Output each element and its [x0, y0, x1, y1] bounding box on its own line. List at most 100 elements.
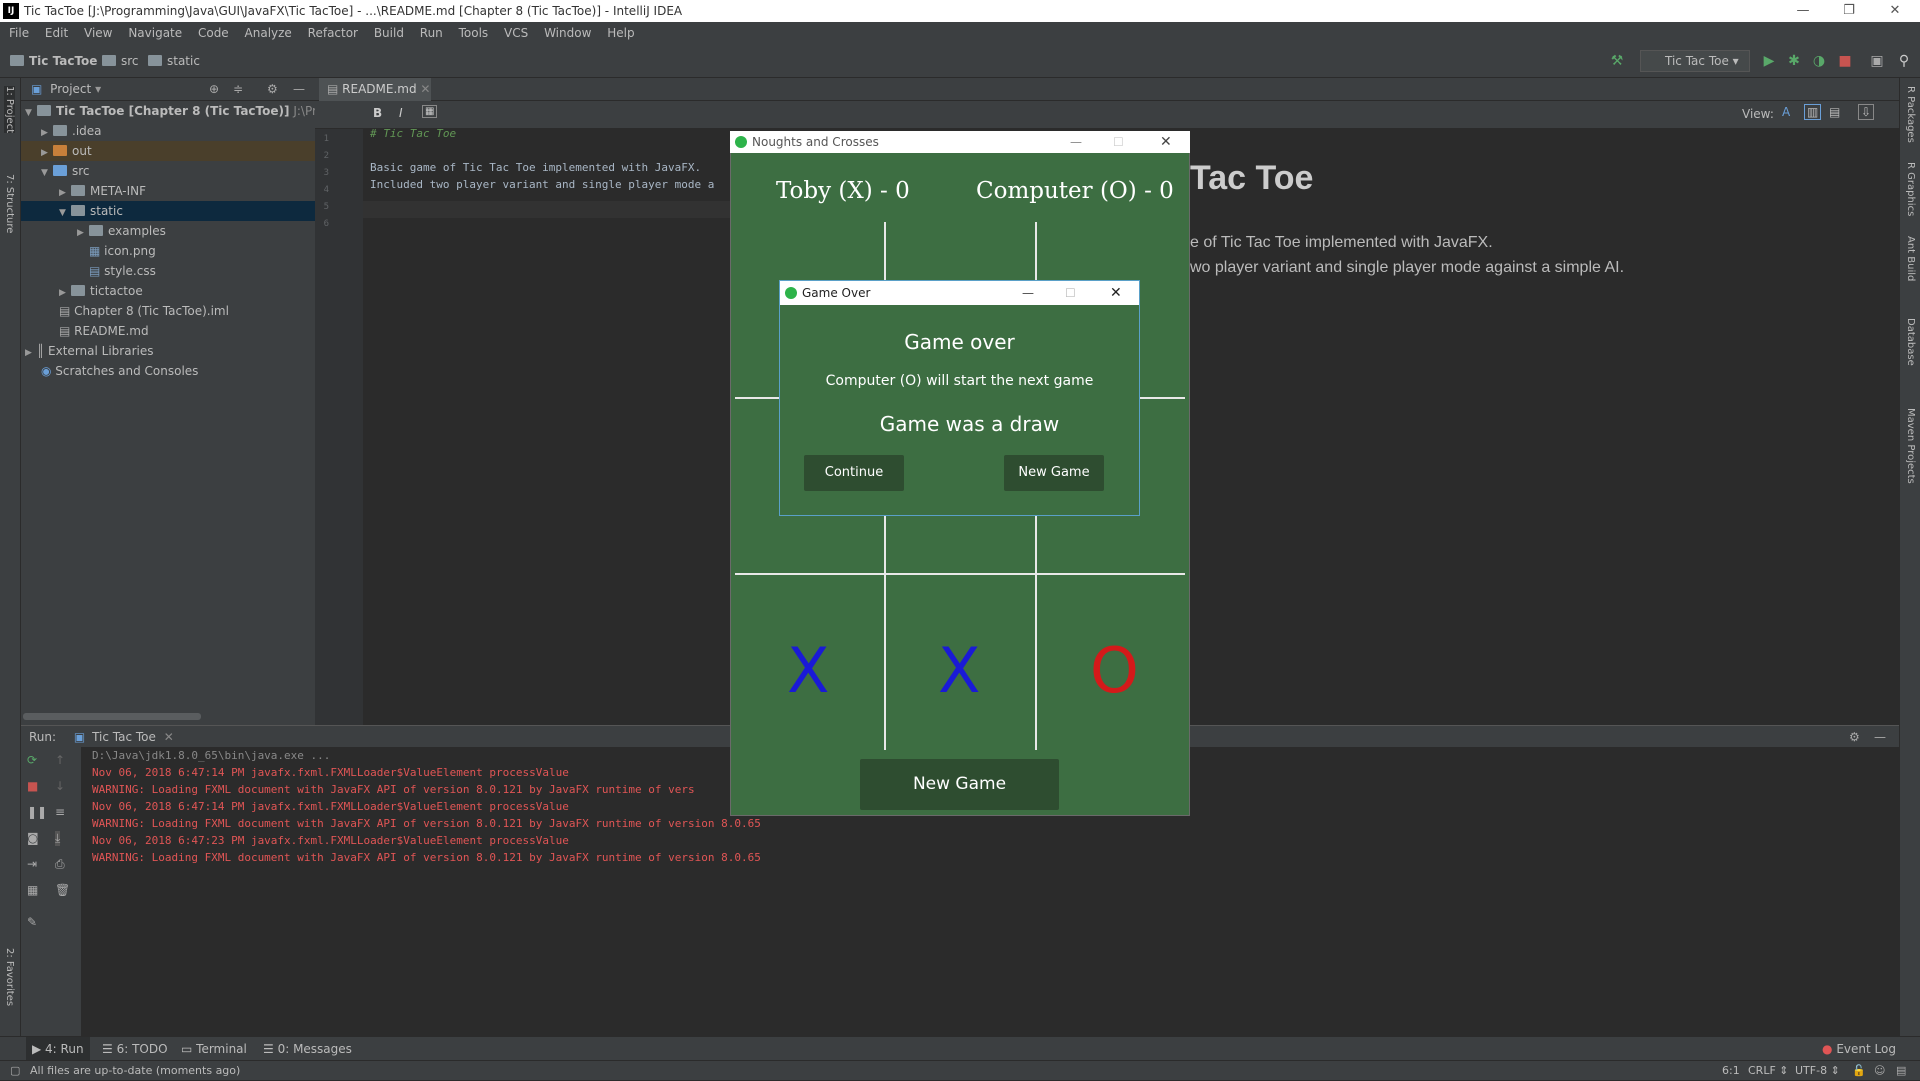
table-icon[interactable]: ▦ — [422, 105, 438, 118]
board-cell-o[interactable]: O — [1090, 640, 1139, 702]
board-cell-x[interactable]: X — [938, 640, 980, 702]
menu-window[interactable]: Window — [544, 26, 591, 40]
layout-icon[interactable]: ▦ — [27, 883, 38, 897]
inspector-icon[interactable]: ☺ — [1874, 1061, 1885, 1081]
code-line[interactable]: # Tic Tac Toe — [370, 127, 456, 140]
preview-only-icon[interactable]: ▤ — [1829, 105, 1840, 119]
tool-tab-r-graphics[interactable]: R Graphics — [1905, 162, 1916, 216]
tool-tab-run[interactable]: ▶ 4: Run — [26, 1037, 90, 1061]
gear-icon[interactable]: ⚙ — [1849, 726, 1860, 748]
breadcrumb-src[interactable]: src — [102, 52, 139, 70]
board-cell-x[interactable]: X — [787, 640, 829, 702]
tool-tab-r-packages[interactable]: R Packages — [1905, 86, 1916, 143]
file-encoding[interactable]: UTF-8 ⇕ — [1795, 1061, 1840, 1081]
search-everywhere-icon[interactable]: ⚲ — [1895, 52, 1913, 70]
menu-view[interactable]: View — [84, 26, 112, 40]
minimize-button[interactable]: — — [1780, 0, 1826, 22]
line-separator[interactable]: CRLF ⇕ — [1748, 1061, 1789, 1081]
status-icon[interactable]: ▢ — [10, 1061, 20, 1081]
close-tab-icon[interactable]: ✕ — [164, 730, 174, 744]
tool-tab-database[interactable]: Database — [1905, 318, 1916, 366]
tool-tab-terminal[interactable]: ▭ Terminal — [181, 1037, 247, 1061]
stop-icon[interactable]: ■ — [1836, 52, 1854, 70]
tool-tab-messages[interactable]: ☰ 0: Messages — [263, 1037, 352, 1061]
tree-item-meta-inf[interactable]: ▶ META-INF — [59, 181, 353, 201]
code-line[interactable]: Basic game of Tic Tac Toe implemented wi… — [370, 161, 701, 174]
menu-refactor[interactable]: Refactor — [308, 26, 358, 40]
editor-tab-readme[interactable]: ▤ README.md ✕ — [319, 78, 431, 101]
coverage-icon[interactable]: ◑ — [1810, 52, 1828, 70]
tree-item-readme[interactable]: ▤ README.md — [59, 321, 353, 341]
menu-build[interactable]: Build — [374, 26, 404, 40]
tree-item-src[interactable]: ▼ src — [41, 161, 335, 181]
menu-tools[interactable]: Tools — [459, 26, 489, 40]
project-structure-icon[interactable]: ▣ — [1868, 52, 1886, 70]
trash-icon[interactable]: 🗑 — [55, 883, 70, 897]
maximize-button[interactable]: ☐ — [1113, 131, 1124, 153]
project-view-selector[interactable]: Project — [50, 82, 91, 96]
down-icon[interactable]: ↓ — [55, 779, 65, 793]
close-button[interactable]: ✕ — [1160, 131, 1172, 153]
tree-item-scratches[interactable]: ◉ Scratches and Consoles — [41, 361, 335, 381]
dialog-new-game-button[interactable]: New Game — [1004, 455, 1104, 491]
menu-help[interactable]: Help — [607, 26, 634, 40]
tool-tab-ant-build[interactable]: Ant Build — [1905, 236, 1916, 281]
menu-run[interactable]: Run — [420, 26, 443, 40]
editor-only-icon[interactable]: A — [1782, 105, 1790, 119]
pin-icon[interactable]: ✎ — [27, 915, 37, 929]
minimize-button[interactable]: — — [1022, 281, 1034, 305]
close-button[interactable]: ✕ — [1110, 281, 1122, 305]
breadcrumb-static[interactable]: static — [148, 52, 200, 70]
tree-item-external-libraries[interactable]: ▶ ║ External Libraries — [25, 341, 319, 361]
menu-file[interactable]: File — [9, 26, 29, 40]
tool-tab-project[interactable]: 1: Project — [4, 86, 15, 134]
menu-edit[interactable]: Edit — [45, 26, 68, 40]
continue-button[interactable]: Continue — [804, 455, 904, 491]
hide-panel-icon[interactable]: — — [293, 78, 305, 101]
soft-wrap-icon[interactable]: ≡ — [55, 805, 65, 819]
menu-vcs[interactable]: VCS — [504, 26, 528, 40]
event-log-button[interactable]: ● Event Log — [1822, 1037, 1896, 1061]
tree-root[interactable]: ▼Tic TacToe [Chapter 8 (Tic TacToe)] J:\… — [25, 101, 356, 121]
close-button[interactable]: ✕ — [1872, 0, 1918, 22]
camera-icon[interactable]: ◙ — [27, 831, 39, 845]
hide-panel-icon[interactable]: — — [1874, 726, 1886, 748]
menu-code[interactable]: Code — [198, 26, 229, 40]
restore-button[interactable]: ❐ — [1826, 0, 1872, 22]
tool-tab-favorites[interactable]: 2: Favorites — [4, 948, 15, 1006]
horizontal-scrollbar[interactable] — [23, 713, 201, 720]
collapse-all-icon[interactable]: ≑ — [233, 78, 243, 101]
tree-item-tictactoe[interactable]: ▶ tictactoe — [59, 281, 353, 301]
bold-icon[interactable]: B — [373, 106, 382, 120]
locate-icon[interactable]: ⊕ — [209, 78, 219, 101]
code-line[interactable]: Included two player variant and single p… — [370, 178, 714, 191]
rerun-icon[interactable]: ⟳ — [27, 753, 37, 767]
scroll-sync-icon[interactable]: ⇩ — [1858, 104, 1875, 120]
debug-icon[interactable]: ✱ — [1785, 52, 1803, 70]
menu-navigate[interactable]: Navigate — [128, 26, 182, 40]
caret-position[interactable]: 6:1 — [1722, 1061, 1740, 1081]
up-icon[interactable]: ↑ — [55, 753, 65, 767]
run-tab[interactable]: Tic Tac Toe — [92, 730, 156, 744]
run-configuration-select[interactable]: Tic Tac Toe ▾ — [1640, 50, 1750, 72]
lock-icon[interactable]: 🔓 — [1852, 1061, 1866, 1081]
stop-icon[interactable]: ■ — [27, 779, 38, 793]
tool-tab-structure[interactable]: 7: Structure — [4, 174, 15, 233]
maximize-button[interactable]: ☐ — [1065, 281, 1076, 305]
tool-tab-maven[interactable]: Maven Projects — [1905, 408, 1916, 484]
print-icon[interactable]: ⎙ — [55, 857, 65, 872]
memory-icon[interactable]: ▤ — [1896, 1061, 1906, 1081]
run-icon[interactable]: ▶ — [1760, 52, 1778, 70]
new-game-button[interactable]: New Game — [860, 759, 1059, 810]
exit-icon[interactable]: ⇥ — [27, 857, 37, 871]
tree-item-out[interactable]: ▶ out — [21, 141, 315, 161]
build-hammer-icon[interactable]: ⚒ — [1608, 52, 1626, 70]
tool-tab-todo[interactable]: ☰ 6: TODO — [102, 1037, 168, 1061]
minimize-button[interactable]: — — [1070, 131, 1082, 153]
tree-item-idea[interactable]: ▶ .idea — [41, 121, 335, 141]
split-view-icon[interactable]: ▥ — [1804, 104, 1822, 120]
close-tab-icon[interactable]: ✕ — [420, 82, 430, 96]
pause-icon[interactable]: ❚❚ — [27, 805, 47, 819]
italic-icon[interactable]: I — [399, 106, 403, 120]
chevron-down-icon[interactable]: ▾ — [95, 82, 101, 96]
